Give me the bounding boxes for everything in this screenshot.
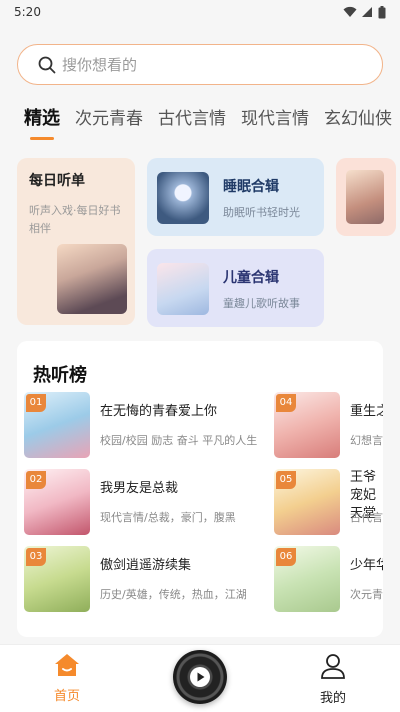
status-time: 5:20	[14, 5, 41, 19]
tab-anime-youth[interactable]: 次元青春	[75, 104, 143, 129]
tab-ancient-romance[interactable]: 古代言情	[158, 104, 226, 129]
book-title: 傲剑逍遥游续集	[100, 558, 192, 573]
sleep-collection-subtitle: 助眠听书轻时光	[223, 206, 300, 219]
book-tags: 次元青	[350, 588, 383, 601]
nav-mine-label: 我的	[319, 691, 346, 706]
book-title: 少年华	[350, 558, 383, 573]
ranking-item[interactable]: 04 重生之 幻想言	[274, 392, 383, 458]
category-tabs: 精选 次元青春 古代言情 现代言情 玄幻仙侠	[0, 104, 400, 144]
ranking-item[interactable]: 02 我男友是总裁 现代言情/总裁，豪门，腹黑	[24, 469, 264, 535]
sleep-collection-cover	[157, 172, 209, 224]
book-tags: 现代言情/总裁，豪门，腹黑	[100, 511, 236, 524]
tab-fantasy[interactable]: 玄幻仙侠	[324, 104, 392, 129]
player-button[interactable]	[173, 650, 227, 704]
user-icon	[321, 654, 345, 679]
daily-playlist-title: 每日听单	[29, 173, 85, 189]
tab-featured[interactable]: 精选	[24, 104, 60, 140]
sleep-collection-card[interactable]: 睡眠合辑 助眠听书轻时光	[147, 158, 324, 236]
rank-badge: 03	[26, 548, 46, 566]
play-icon	[190, 667, 210, 687]
book-tags: 校园/校园 励志 奋斗 平凡的人生	[100, 434, 258, 447]
sleep-collection-title: 睡眠合辑	[223, 179, 279, 195]
ranking-item[interactable]: 05 王爷宠妃天堂 古代言	[274, 469, 383, 535]
book-title: 重生之	[350, 404, 383, 419]
status-bar: 5:20	[0, 0, 400, 24]
tab-modern-romance[interactable]: 现代言情	[241, 104, 309, 129]
kids-collection-subtitle: 童趣儿歌听故事	[223, 297, 300, 310]
nav-mine[interactable]: 我的	[308, 653, 358, 706]
wifi-icon	[343, 6, 357, 17]
rank-badge: 04	[276, 394, 296, 412]
search-bar[interactable]	[17, 44, 383, 85]
rank-badge: 01	[26, 394, 46, 412]
status-icons	[343, 5, 386, 19]
daily-playlist-cover	[57, 244, 127, 314]
nav-home-label: 首页	[53, 689, 80, 704]
book-title: 我男友是总裁	[100, 481, 179, 496]
daily-playlist-subtitle: 听声入戏·每日好书相伴	[29, 204, 121, 235]
ranking-item[interactable]: 03 傲剑逍遥游续集 历史/英雄，传统，热血，江湖	[24, 546, 264, 612]
battery-icon	[378, 5, 386, 18]
rank-badge: 05	[276, 471, 296, 489]
signal-icon	[362, 7, 372, 17]
daily-playlist-card[interactable]: 每日听单 听声入戏·每日好书相伴	[17, 158, 135, 325]
book-tags: 历史/英雄，传统，热血，江湖	[100, 588, 247, 601]
book-tags: 幻想言	[350, 434, 383, 447]
ranking-item[interactable]: 01 在无悔的青春爱上你 校园/校园 励志 奋斗 平凡的人生	[24, 392, 264, 458]
hot-ranking-panel: 热听榜 01 在无悔的青春爱上你 校园/校园 励志 奋斗 平凡的人生 02 我男…	[17, 341, 383, 637]
hot-ranking-title: 热听榜	[33, 365, 87, 386]
search-icon	[38, 56, 56, 73]
search-input[interactable]	[62, 55, 342, 74]
rank-badge: 06	[276, 548, 296, 566]
kids-collection-title: 儿童合辑	[223, 270, 279, 286]
collection-card-partial[interactable]	[336, 158, 396, 236]
rank-badge: 02	[26, 471, 46, 489]
home-icon	[55, 654, 79, 676]
collection-cover-partial	[346, 170, 384, 224]
kids-collection-cover	[157, 263, 209, 315]
ranking-item[interactable]: 06 少年华 次元青	[274, 546, 383, 612]
kids-collection-card[interactable]: 儿童合辑 童趣儿歌听故事	[147, 249, 324, 327]
book-title: 在无悔的青春爱上你	[100, 404, 218, 419]
nav-home[interactable]: 首页	[40, 653, 94, 704]
book-tags: 古代言	[350, 511, 383, 524]
